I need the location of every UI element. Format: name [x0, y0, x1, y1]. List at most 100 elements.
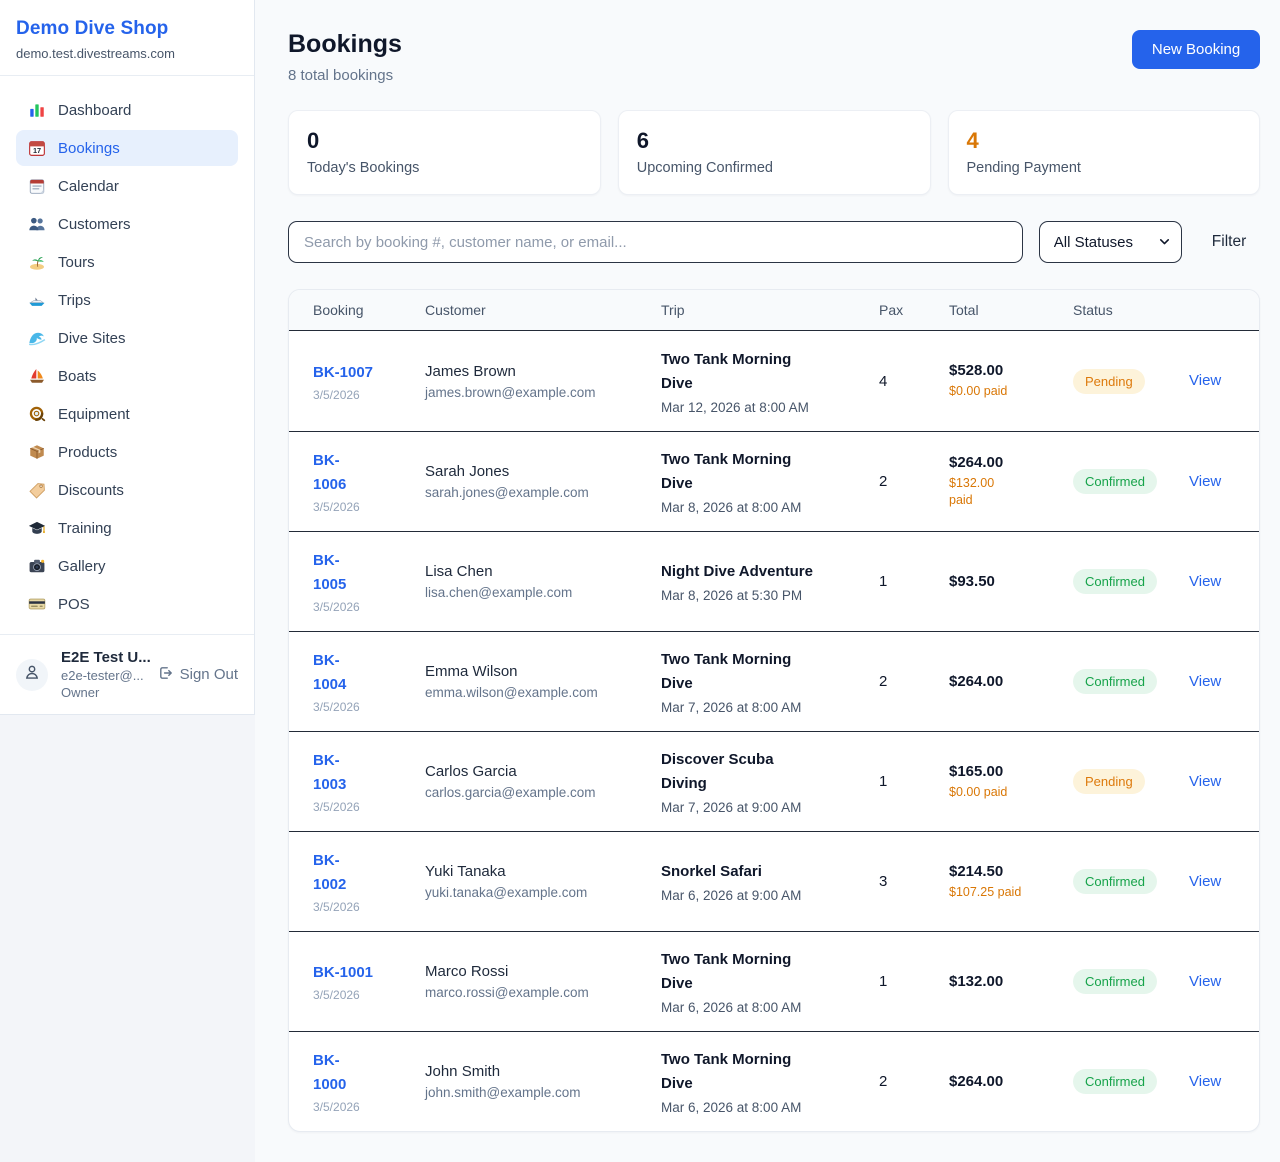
- booking-link[interactable]: BK-1006: [313, 449, 346, 497]
- new-booking-button[interactable]: New Booking: [1132, 30, 1260, 69]
- user-meta: E2E Test U... e2e-tester@... Owner: [61, 649, 144, 700]
- trip-name: Snorkel Safari: [661, 860, 865, 884]
- trip-name: Discover ScubaDiving: [661, 748, 865, 796]
- customer-email: john.smith@example.com: [425, 1085, 647, 1100]
- sidebar-header: Demo Dive Shop demo.test.divestreams.com: [0, 0, 254, 76]
- filter-button[interactable]: Filter: [1198, 225, 1260, 259]
- customer-name: Yuki Tanaka: [425, 863, 647, 880]
- trip-datetime: Mar 6, 2026 at 8:00 AM: [661, 1100, 865, 1115]
- users-icon: [28, 215, 46, 233]
- booking-link[interactable]: BK-1007: [313, 361, 373, 385]
- view-link[interactable]: View: [1189, 973, 1221, 990]
- credit-card-icon: [28, 595, 46, 613]
- table-row: BK-10003/5/2026John Smithjohn.smith@exam…: [289, 1031, 1259, 1131]
- sidebar-item-label: Training: [58, 520, 112, 537]
- total-cell: $264.00 $132.00paid: [949, 454, 1073, 509]
- total-amount: $264.00: [949, 1073, 1059, 1090]
- view-link[interactable]: View: [1189, 573, 1221, 590]
- pax-cell: 2: [879, 673, 949, 690]
- view-link[interactable]: View: [1189, 773, 1221, 790]
- sailboat-icon: [28, 367, 46, 385]
- column-header-booking: Booking: [313, 302, 425, 318]
- trip-name: Two Tank MorningDive: [661, 348, 865, 396]
- sidebar-item-customers[interactable]: Customers: [16, 206, 238, 242]
- total-amount: $264.00: [949, 454, 1059, 471]
- sidebar-item-pos[interactable]: POS: [16, 586, 238, 622]
- actions-cell: View: [1189, 473, 1235, 491]
- actions-cell: View: [1189, 873, 1235, 891]
- table-row: BK-1003 3/5/2026 Carlos Garciacarlos.garci…: [289, 731, 1259, 831]
- status-cell: Confirmed: [1073, 969, 1189, 994]
- booking-date: 3/5/2026: [313, 900, 411, 914]
- customer-cell: Lisa Chenlisa.chen@example.com: [425, 563, 661, 600]
- sidebar-item-dashboard[interactable]: Dashboard: [16, 92, 238, 128]
- pax-cell: 2: [879, 1073, 949, 1090]
- pax-cell: 1: [879, 773, 949, 790]
- column-header-pax: Pax: [879, 302, 949, 318]
- status-filter-select[interactable]: All Statuses: [1039, 221, 1182, 263]
- booking-cell: BK-1002 3/5/2026: [313, 849, 425, 914]
- sidebar-item-tours[interactable]: Tours: [16, 244, 238, 280]
- trip-name: Two Tank MorningDive: [661, 1048, 865, 1096]
- customer-name: Emma Wilson: [425, 663, 647, 680]
- status-badge: Confirmed: [1073, 1069, 1157, 1094]
- stat-value: 0: [307, 128, 582, 154]
- total-amount: $264.00: [949, 673, 1059, 690]
- trip-datetime: Mar 8, 2026 at 8:00 AM: [661, 500, 865, 515]
- sidebar-item-label: Discounts: [58, 482, 124, 499]
- stat-label: Today's Bookings: [307, 160, 582, 176]
- column-header-status: Status: [1073, 302, 1189, 318]
- booking-link[interactable]: BK-1001: [313, 961, 373, 985]
- sidebar-item-dive-sites[interactable]: Dive Sites: [16, 320, 238, 356]
- view-link[interactable]: View: [1189, 873, 1221, 890]
- trip-name: Two Tank MorningDive: [661, 948, 865, 996]
- trip-name: Night Dive Adventure: [661, 560, 865, 584]
- filters-row: All Statuses Filter: [288, 221, 1260, 263]
- trip-datetime: Mar 6, 2026 at 9:00 AM: [661, 888, 865, 903]
- sidebar-item-bookings[interactable]: 17Bookings: [16, 130, 238, 166]
- main-content: Bookings 8 total bookings New Booking 0 …: [255, 0, 1280, 1162]
- sidebar-item-products[interactable]: Products: [16, 434, 238, 470]
- trip-datetime: Mar 7, 2026 at 9:00 AM: [661, 800, 865, 815]
- bookings-calendar-icon: 17: [28, 139, 46, 157]
- customer-email: sarah.jones@example.com: [425, 485, 647, 500]
- booking-link[interactable]: BK-1004: [313, 649, 346, 697]
- view-link[interactable]: View: [1189, 673, 1221, 690]
- page-subtitle: 8 total bookings: [288, 67, 402, 84]
- booking-link[interactable]: BK-1002: [313, 849, 346, 897]
- status-cell: Confirmed: [1073, 869, 1189, 894]
- sidebar-item-trips[interactable]: Trips: [16, 282, 238, 318]
- sidebar-item-equipment[interactable]: Equipment: [16, 396, 238, 432]
- trip-cell: Two Tank MorningDiveMar 6, 2026 at 8:00 …: [661, 948, 879, 1015]
- actions-cell: View: [1189, 573, 1235, 591]
- actions-cell: View: [1189, 973, 1235, 991]
- view-link[interactable]: View: [1189, 372, 1221, 389]
- sign-out-button[interactable]: Sign Out: [157, 665, 238, 685]
- booking-cell: BK-10043/5/2026: [313, 649, 425, 714]
- pax-cell: 4: [879, 373, 949, 390]
- sidebar-item-label: Trips: [58, 292, 91, 309]
- sidebar-item-gallery[interactable]: Gallery: [16, 548, 238, 584]
- booking-link[interactable]: BK-1000: [313, 1049, 346, 1097]
- camera-icon: [28, 557, 46, 575]
- sidebar-item-training[interactable]: Training: [16, 510, 238, 546]
- sidebar-item-label: Dashboard: [58, 102, 131, 119]
- view-link[interactable]: View: [1189, 473, 1221, 490]
- search-input[interactable]: [288, 221, 1023, 263]
- sidebar-item-calendar[interactable]: Calendar: [16, 168, 238, 204]
- customer-cell: Carlos Garciacarlos.garcia@example.com: [425, 763, 661, 800]
- booking-date: 3/5/2026: [313, 800, 411, 814]
- amount-paid: $132.00paid: [949, 475, 1059, 509]
- view-link[interactable]: View: [1189, 1073, 1221, 1090]
- sidebar-item-boats[interactable]: Boats: [16, 358, 238, 394]
- table-row: BK-10063/5/2026Sarah Jonessarah.jones@ex…: [289, 431, 1259, 531]
- table-row: BK-10023/5/2026Yuki Tanakayuki.tanaka@ex…: [289, 831, 1259, 931]
- total-amount: $165.00: [949, 763, 1059, 780]
- booking-link[interactable]: BK-1003: [313, 749, 346, 797]
- page-title: Bookings: [288, 30, 402, 59]
- stat-value: 6: [637, 128, 912, 154]
- booking-link[interactable]: BK-1005: [313, 549, 346, 597]
- sidebar-item-discounts[interactable]: Discounts: [16, 472, 238, 508]
- customer-name: John Smith: [425, 1063, 647, 1080]
- status-cell: Confirmed: [1073, 569, 1189, 594]
